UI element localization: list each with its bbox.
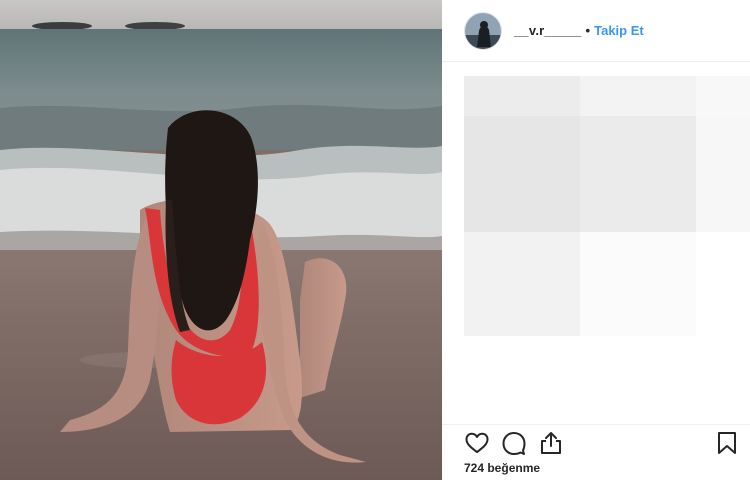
blur-block xyxy=(696,116,750,232)
like-count[interactable]: 724 beğenme xyxy=(464,461,540,475)
bookmark-icon[interactable] xyxy=(714,430,740,456)
blur-block xyxy=(696,76,750,116)
follow-button[interactable]: Takip Et xyxy=(594,23,644,38)
blur-block xyxy=(464,116,580,232)
post-actions xyxy=(442,424,750,458)
blur-block xyxy=(464,76,580,116)
separator-dot: • xyxy=(585,23,591,38)
post-header: __v.r_____ • Takip Et xyxy=(442,0,750,62)
blur-block xyxy=(580,116,696,232)
blurred-comments-area xyxy=(464,76,750,338)
heart-icon[interactable] xyxy=(464,430,490,456)
blur-block xyxy=(580,232,696,336)
blur-block xyxy=(580,76,696,116)
post-photo[interactable] xyxy=(0,0,442,480)
comment-icon[interactable] xyxy=(501,430,527,456)
avatar[interactable] xyxy=(464,11,502,50)
post-side-panel: __v.r_____ • Takip Et 724 beğenme xyxy=(442,0,750,480)
blur-block xyxy=(464,232,580,336)
author-username[interactable]: __v.r_____ xyxy=(514,23,582,38)
avatar-image xyxy=(465,12,501,49)
beach-photo-image xyxy=(0,0,442,480)
share-icon[interactable] xyxy=(538,430,564,456)
